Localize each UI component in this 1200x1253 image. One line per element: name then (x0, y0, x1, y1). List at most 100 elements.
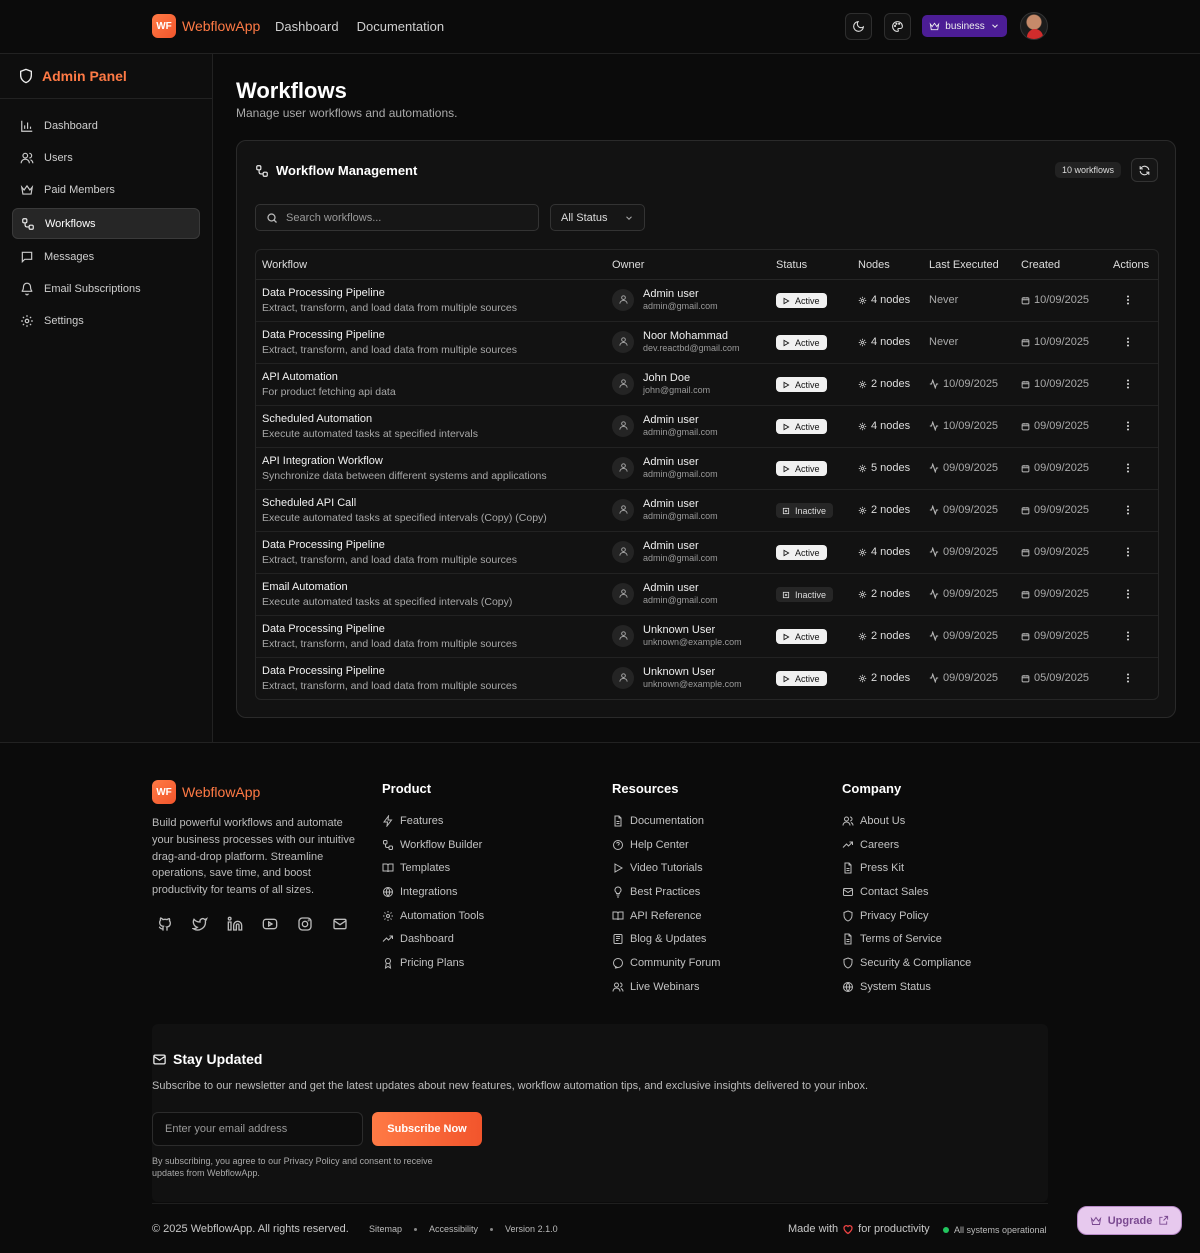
workflow-name[interactable]: Scheduled Automation (262, 413, 478, 425)
footer-link[interactable]: Contact Sales (842, 880, 971, 904)
brand-link[interactable]: WF WebflowApp (152, 14, 260, 38)
footer-link[interactable]: System Status (842, 975, 971, 999)
footer-link-label: Pricing Plans (400, 956, 465, 969)
workflow-icon (256, 164, 268, 177)
sidebar-item-workflows[interactable]: Workflows (12, 208, 200, 239)
sidebar-item-users[interactable]: Users (12, 142, 200, 173)
footer-link[interactable]: Live Webinars (612, 975, 720, 999)
table-row[interactable]: Scheduled API Call Execute automated task… (256, 490, 1158, 532)
footer-link[interactable]: Features (382, 809, 484, 833)
row-actions-button[interactable] (1122, 672, 1134, 684)
workflow-name[interactable]: Email Automation (262, 581, 512, 593)
footer-brand[interactable]: WF WebflowApp (152, 780, 260, 804)
workflow-name[interactable]: Data Processing Pipeline (262, 539, 517, 551)
row-actions-button[interactable] (1122, 630, 1134, 642)
calendar-icon (1021, 548, 1030, 556)
footer-link[interactable]: Community Forum (612, 951, 720, 975)
workflow-name[interactable]: Data Processing Pipeline (262, 287, 517, 299)
footer-link[interactable]: Help Center (612, 833, 720, 857)
workflow-name[interactable]: Scheduled API Call (262, 497, 547, 509)
footer-link[interactable]: Press Kit (842, 856, 971, 880)
table-row[interactable]: Email Automation Execute automated tasks … (256, 574, 1158, 616)
footer-link[interactable]: API Reference (612, 904, 720, 928)
footer-column-title: Resources (612, 781, 679, 796)
theme-toggle-button[interactable] (845, 13, 872, 40)
row-actions-button[interactable] (1122, 588, 1134, 600)
workflow-name[interactable]: Data Processing Pipeline (262, 623, 517, 635)
row-actions-button[interactable] (1122, 504, 1134, 516)
table-row[interactable]: Scheduled Automation Execute automated ta… (256, 406, 1158, 448)
youtube-icon[interactable] (262, 916, 278, 932)
table-row[interactable]: API Automation For product fetching api d… (256, 364, 1158, 406)
table-row[interactable]: API Integration Workflow Synchronize data… (256, 448, 1158, 490)
plan-dropdown[interactable]: business (922, 15, 1007, 37)
newsletter-title: Stay Updated (152, 1051, 262, 1067)
footer-link[interactable]: Blog & Updates (612, 927, 720, 951)
footer-link-label: API Reference (630, 909, 702, 922)
globe-icon (843, 981, 853, 992)
footer-link-label: Terms of Service (860, 933, 942, 946)
table-row[interactable]: Data Processing Pipeline Extract, transfo… (256, 658, 1158, 699)
nav-link-dashboard[interactable]: Dashboard (275, 19, 339, 34)
footer-link[interactable]: Dashboard (382, 927, 484, 951)
sitemap-link[interactable]: Sitemap (369, 1224, 402, 1234)
footer-link[interactable]: Terms of Service (842, 927, 971, 951)
row-actions-button[interactable] (1122, 462, 1134, 474)
row-actions-button[interactable] (1122, 546, 1134, 558)
blog-icon (613, 934, 623, 945)
sidebar-item-settings[interactable]: Settings (12, 305, 200, 336)
sidebar-item-dashboard[interactable]: Dashboard (12, 110, 200, 141)
workflow-name[interactable]: API Integration Workflow (262, 455, 547, 467)
mail-icon (843, 887, 853, 896)
table-row[interactable]: Data Processing Pipeline Extract, transfo… (256, 532, 1158, 574)
newsletter-email-input[interactable] (152, 1112, 363, 1146)
refresh-icon (1139, 165, 1150, 175)
subscribe-button[interactable]: Subscribe Now (372, 1112, 482, 1146)
sidebar-item-paid-members[interactable]: Paid Members (12, 174, 200, 205)
play-icon (614, 863, 624, 874)
sidebar-item-messages[interactable]: Messages (12, 241, 200, 272)
footer-link[interactable]: Automation Tools (382, 904, 484, 928)
row-actions-button[interactable] (1122, 420, 1134, 432)
footer-link[interactable]: About Us (842, 809, 971, 833)
twitter-icon[interactable] (192, 916, 208, 932)
footer-link[interactable]: Video Tutorials (612, 856, 720, 880)
footer-link[interactable]: Best Practices (612, 880, 720, 904)
upgrade-button[interactable]: Upgrade (1077, 1206, 1182, 1235)
row-actions-button[interactable] (1122, 378, 1134, 390)
footer-link[interactable]: Careers (842, 833, 971, 857)
palette-button[interactable] (884, 13, 911, 40)
status-text: Inactive (795, 505, 827, 516)
github-icon[interactable] (157, 916, 173, 932)
footer-link[interactable]: Pricing Plans (382, 951, 484, 975)
linkedin-icon[interactable] (227, 916, 243, 932)
footer-link[interactable]: Security & Compliance (842, 951, 971, 975)
workflow-name[interactable]: Data Processing Pipeline (262, 665, 517, 677)
accessibility-link[interactable]: Accessibility (429, 1224, 478, 1234)
table-row[interactable]: Data Processing Pipeline Extract, transfo… (256, 322, 1158, 364)
footer-link[interactable]: Templates (382, 856, 484, 880)
status-filter-select[interactable]: All Status (550, 204, 645, 231)
refresh-button[interactable] (1131, 158, 1158, 182)
owner-cell: Unknown User unknown@example.com (612, 624, 742, 647)
last-executed-value: 09/09/2025 (943, 630, 999, 642)
workflow-name[interactable]: API Automation (262, 371, 396, 383)
footer-link[interactable]: Privacy Policy (842, 904, 971, 928)
table-row[interactable]: Data Processing Pipeline Extract, transfo… (256, 280, 1158, 322)
status-badge: Active (776, 671, 827, 686)
footer-link[interactable]: Workflow Builder (382, 833, 484, 857)
user-avatar[interactable] (1020, 12, 1048, 40)
message-icon (613, 957, 623, 969)
social-links (157, 916, 348, 932)
footer-link[interactable]: Documentation (612, 809, 720, 833)
table-row[interactable]: Data Processing Pipeline Extract, transfo… (256, 616, 1158, 658)
workflow-name[interactable]: Data Processing Pipeline (262, 329, 517, 341)
sidebar-item-email-subscriptions[interactable]: Email Subscriptions (12, 273, 200, 304)
row-actions-button[interactable] (1122, 336, 1134, 348)
search-input[interactable] (286, 211, 526, 224)
mail-icon[interactable] (332, 916, 348, 932)
row-actions-button[interactable] (1122, 294, 1134, 306)
footer-link[interactable]: Integrations (382, 880, 484, 904)
nav-link-documentation[interactable]: Documentation (357, 19, 444, 34)
instagram-icon[interactable] (297, 916, 313, 932)
